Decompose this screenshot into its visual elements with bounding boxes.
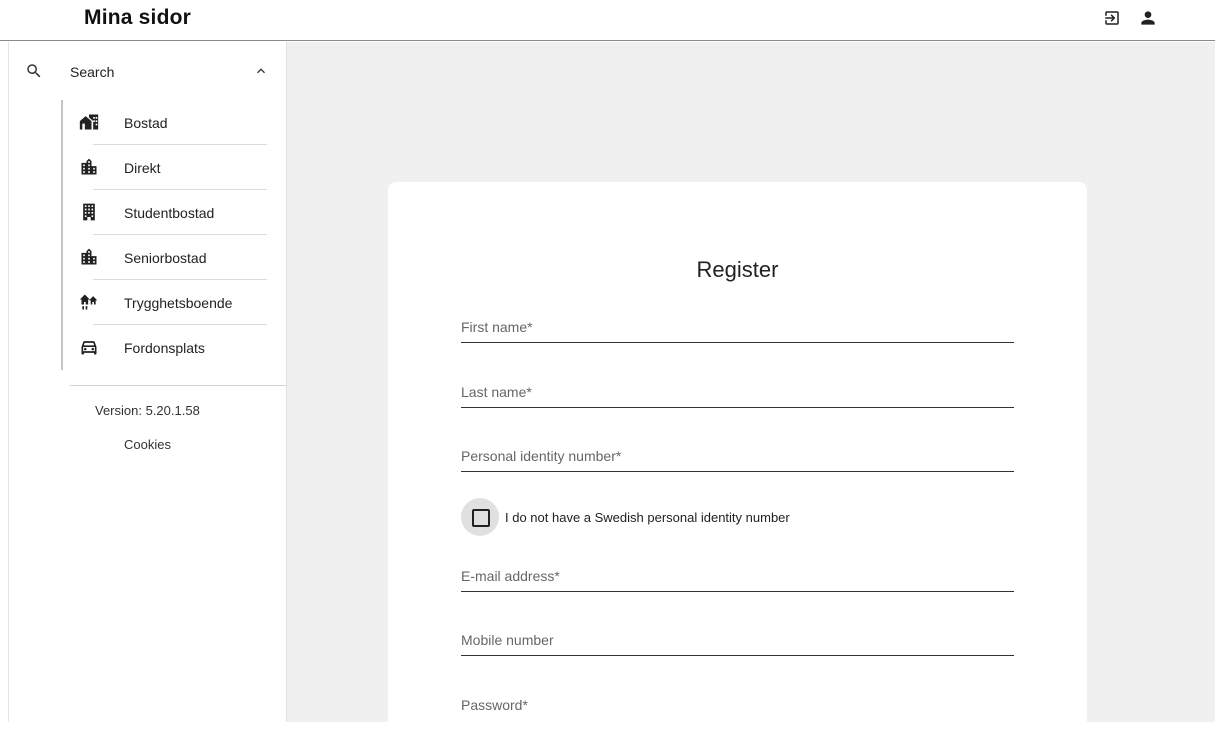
checkbox-label: I do not have a Swedish personal identit…: [505, 510, 790, 525]
house-icon: [79, 112, 99, 132]
last-name-input[interactable]: [461, 378, 1014, 406]
password-input[interactable]: [461, 691, 1014, 719]
email-input[interactable]: [461, 562, 1014, 590]
top-icons: [1101, 7, 1159, 29]
sidebar-item-label: Trygghetsboende: [124, 295, 233, 311]
last-name-field: [461, 378, 1014, 408]
brand-title: Mina sidor: [84, 6, 192, 29]
city-icon: [79, 157, 99, 177]
first-name-input[interactable]: [461, 313, 1014, 341]
sidebar-item-label: Bostad: [124, 115, 168, 131]
checkbox-icon[interactable]: [472, 509, 490, 527]
personal-identity-number-input[interactable]: [461, 442, 1014, 470]
sidebar-item-fordonsplats[interactable]: Fordonsplats: [63, 325, 267, 370]
sidebar-item-label: Seniorbostad: [124, 250, 207, 266]
cookies-link[interactable]: Cookies: [124, 437, 171, 452]
apartment-building-icon: [79, 202, 99, 222]
chevron-up-icon: [253, 63, 269, 84]
search-label: Search: [70, 64, 115, 80]
mobile-number-field: [461, 626, 1014, 656]
sidebar-item-trygghetsboende[interactable]: Trygghetsboende: [63, 280, 267, 325]
sidebar-item-studentbostad[interactable]: Studentbostad: [63, 190, 267, 235]
search-toggle[interactable]: Search: [9, 54, 287, 90]
email-field: [461, 562, 1014, 592]
page-title: Register: [696, 257, 779, 282]
sidebar-item-bostad[interactable]: Bostad: [63, 100, 267, 145]
sidebar: Search Bostad Direkt Studentbostad Senio…: [8, 42, 287, 722]
family-home-icon: [79, 292, 99, 312]
sidebar-divider: [70, 385, 287, 386]
city-icon: [79, 247, 99, 267]
personal-identity-number-field: [461, 442, 1014, 472]
version-text: Version: 5.20.1.58: [95, 403, 200, 418]
top-bar: Mina sidor: [0, 0, 1215, 41]
search-submenu: Bostad Direkt Studentbostad Seniorbostad: [61, 100, 267, 370]
first-name-field: [461, 313, 1014, 343]
search-icon: [25, 62, 43, 85]
account-icon[interactable]: [1137, 7, 1159, 29]
login-icon[interactable]: [1101, 7, 1123, 29]
mobile-number-input[interactable]: [461, 626, 1014, 654]
sidebar-item-label: Studentbostad: [124, 205, 215, 221]
sidebar-item-label: Fordonsplats: [124, 340, 205, 356]
register-card: Register I do not have a Swedish persona…: [388, 182, 1087, 742]
sidebar-item-seniorbostad[interactable]: Seniorbostad: [63, 235, 267, 280]
main-content: Register I do not have a Swedish persona…: [287, 42, 1215, 742]
sidebar-item-direkt[interactable]: Direkt: [63, 145, 267, 190]
sidebar-item-label: Direkt: [124, 160, 161, 176]
password-field: [461, 691, 1014, 721]
car-icon: [79, 337, 99, 357]
